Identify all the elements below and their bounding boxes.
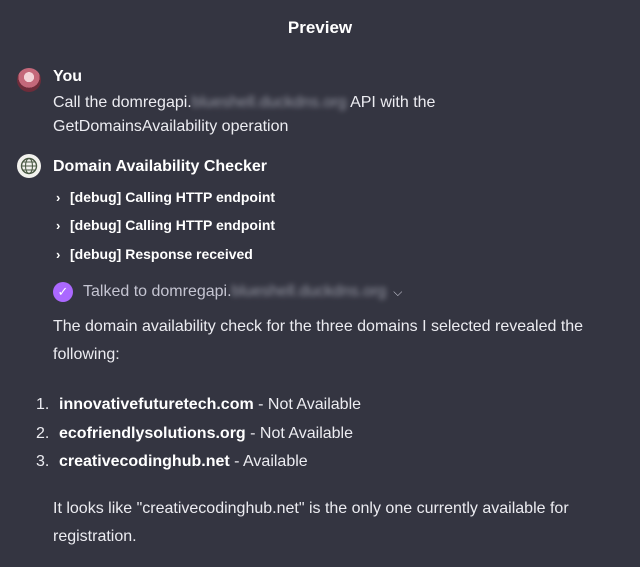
availability-status: - Available [229, 453, 308, 470]
debug-label: [debug] Response received [70, 246, 253, 262]
debug-item[interactable]: › [debug] Response received [56, 246, 253, 262]
user-message-line2: GetDomainsAvailability operation [53, 118, 289, 135]
debug-item[interactable]: › [debug] Calling HTTP endpoint [56, 189, 275, 205]
redacted-domain: blueshell.duckdns.org [191, 94, 347, 111]
availability-status: - Not Available [253, 396, 362, 413]
chevron-right-icon: › [56, 189, 61, 205]
domain-name: ecofriendlysolutions.org [59, 424, 246, 442]
debug-item[interactable]: › [debug] Calling HTTP endpoint [56, 217, 275, 233]
list-number: 3. [36, 453, 50, 470]
chevron-down-icon[interactable]: ⌵ [393, 285, 402, 300]
intro-text: The domain availability check for the th… [53, 318, 584, 363]
plugin-status[interactable]: ✓ Talked to domregapi. blueshell.duckdns.… [53, 282, 402, 302]
globe-icon [20, 157, 38, 175]
debug-label: [debug] Calling HTTP endpoint [70, 217, 276, 233]
user-message-prefix: Call the domregapi. [53, 94, 192, 111]
list-item: 3. creativecodinghub.net - Available [36, 448, 361, 477]
page-title: Preview [287, 18, 353, 37]
assistant-avatar [17, 154, 41, 178]
list-number: 2. [36, 424, 50, 442]
user-message-suffix: API with the [346, 94, 436, 111]
chevron-right-icon: › [56, 246, 61, 262]
availability-status: - Not Available [245, 424, 354, 442]
talked-prefix: Talked to domregapi. [83, 283, 232, 300]
list-item: 1. innovativefuturetech.com - Not Availa… [36, 391, 361, 420]
conclusion-text: It looks like "creativecodinghub.net" is… [53, 500, 569, 545]
user-name: You [53, 68, 83, 85]
assistant-name: Domain Availability Checker [53, 158, 267, 175]
redacted-domain: blueshell.duckdns.org [231, 283, 387, 300]
domain-name: innovativefuturetech.com [59, 396, 254, 413]
user-message: Call the domregapi.blueshell.duckdns.org… [53, 91, 473, 139]
list-number: 1. [36, 396, 50, 413]
user-avatar [17, 68, 41, 92]
debug-label: [debug] Calling HTTP endpoint [70, 189, 276, 205]
check-icon: ✓ [53, 282, 73, 302]
chevron-right-icon: › [56, 217, 61, 233]
results-list: 1. innovativefuturetech.com - Not Availa… [36, 391, 361, 477]
list-item: 2. ecofriendlysolutions.org - Not Availa… [36, 420, 361, 449]
domain-name: creativecodinghub.net [59, 453, 230, 470]
